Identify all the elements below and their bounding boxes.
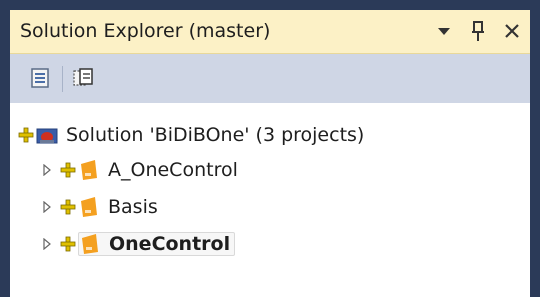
project-label: Basis [108, 196, 158, 218]
project-label: A_OneControl [108, 159, 238, 181]
expand-arrow-icon[interactable] [40, 201, 54, 213]
c-project-icon [79, 233, 101, 255]
tree-item-project[interactable]: A_OneControl [40, 155, 238, 185]
solution-label: Solution 'BiDiBOne' (3 projects) [66, 124, 365, 146]
titlebar-controls [434, 18, 522, 44]
toolbar-separator [62, 65, 63, 92]
panel-titlebar: Solution Explorer (master) [10, 10, 530, 54]
tree-item-solution[interactable]: Solution 'BiDiBOne' (3 projects) [18, 120, 364, 150]
show-all-files-icon[interactable] [71, 66, 97, 92]
properties-icon[interactable] [28, 66, 54, 92]
pin-icon[interactable] [468, 19, 488, 43]
tree-item-project[interactable]: Basis [40, 192, 158, 222]
expand-arrow-icon[interactable] [40, 238, 54, 250]
git-added-icon [60, 236, 76, 252]
solution-tree: Solution 'BiDiBOne' (3 projects) A_OneCo… [10, 103, 530, 297]
c-project-icon [78, 159, 100, 181]
c-project-icon [78, 196, 100, 218]
git-added-icon [18, 127, 34, 143]
expand-arrow-icon[interactable] [40, 164, 54, 176]
panel-toolbar [10, 54, 530, 103]
close-icon[interactable] [502, 19, 522, 43]
selection-highlight: OneControl [78, 232, 236, 256]
solution-explorer-panel: Solution Explorer (master) Solution 'BiD… [10, 10, 530, 297]
project-label: OneControl [109, 233, 231, 255]
panel-title: Solution Explorer (master) [20, 20, 271, 42]
window-frame: Solution Explorer (master) Solution 'BiD… [0, 0, 540, 297]
tree-item-project-selected[interactable]: OneControl [40, 229, 236, 259]
dropdown-arrow-icon[interactable] [434, 19, 454, 43]
git-added-icon [60, 162, 76, 178]
solution-icon [36, 125, 58, 145]
git-added-icon [60, 199, 76, 215]
